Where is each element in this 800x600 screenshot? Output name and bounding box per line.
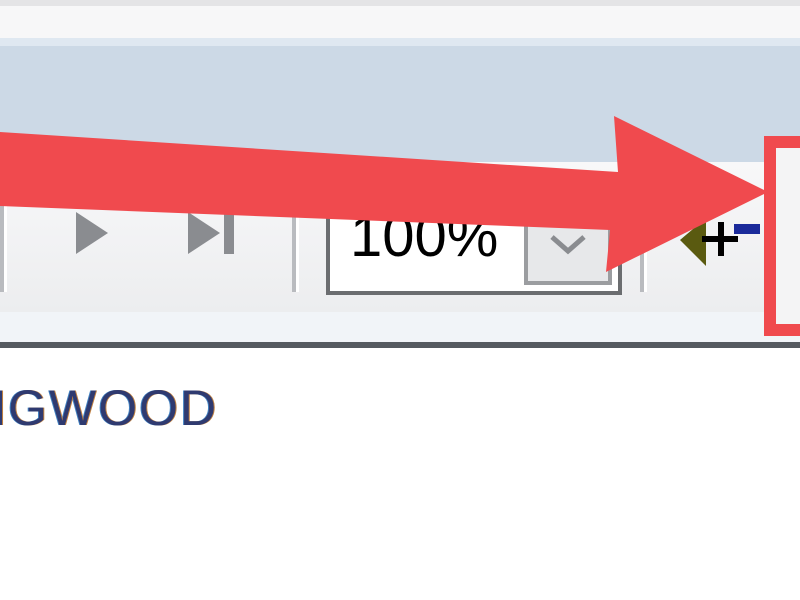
document-line-cut-text: BLACKWOOD INGWOOD (8, 354, 330, 360)
title-bar-highlight (0, 38, 800, 46)
document-text-line: NGWOOD (0, 380, 219, 436)
document-line-clipped: BLACKWOOD INGWOOD (0, 354, 330, 362)
window-top-edge (0, 0, 800, 6)
toolbar-bottom-band (0, 312, 800, 342)
red-arrow-annotation (0, 116, 768, 272)
toolbar-bottom-border (0, 342, 800, 348)
